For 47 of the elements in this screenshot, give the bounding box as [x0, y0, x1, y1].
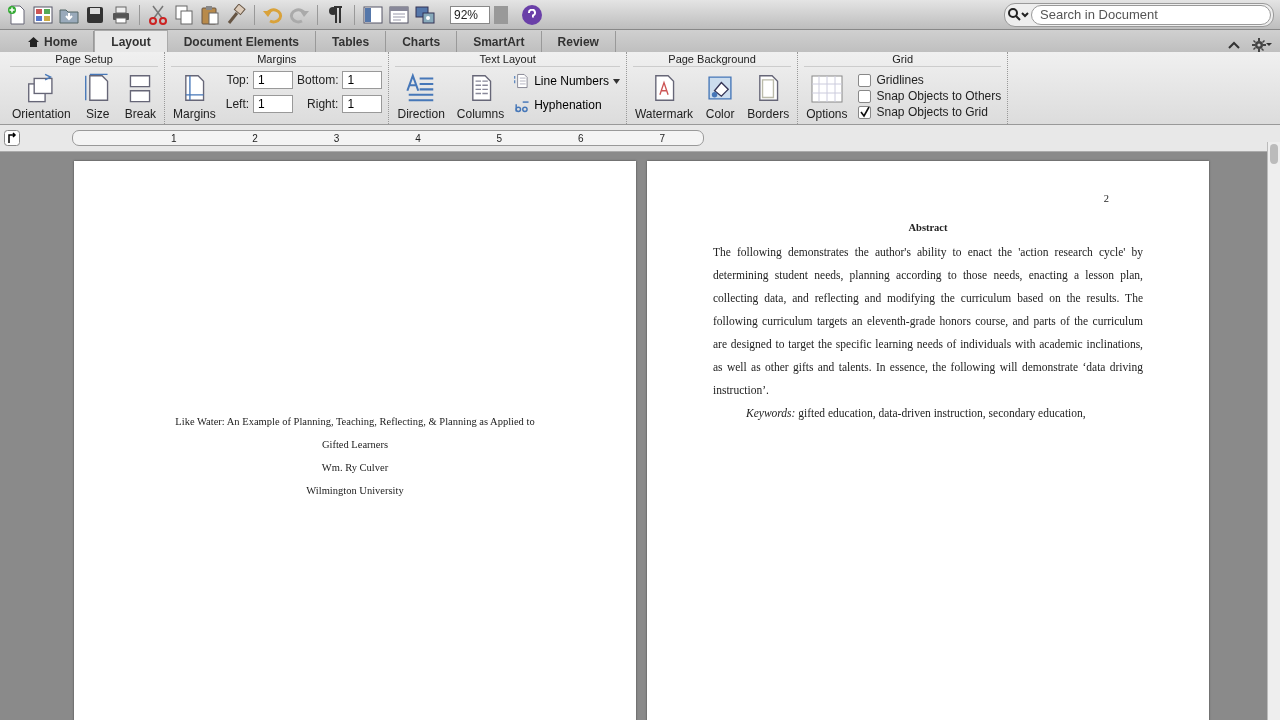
zoom-field[interactable]: 92%	[450, 5, 490, 24]
ruler-number: 6	[578, 132, 584, 144]
field-label: Right:	[306, 97, 339, 111]
line-numbers-button[interactable]: Line Numbers	[514, 73, 620, 89]
title-line: Wilmington University	[306, 484, 404, 498]
keywords-line: Keywords: gifted education, data-driven instruction, secondary education,	[745, 406, 1087, 422]
margin-spin-field[interactable]: 1	[342, 95, 383, 113]
ruler-number: 4	[415, 132, 421, 144]
abstract-paragraph: The following demonstrates the author's ability to enact the 'action research cycle' by determining student needs, planning according to those needs, enacting a lesson plan, collecting data, and reflecting and modifying the curriculum based on the results. The following curriculum targets an eleventh-grade honors course, and parts of the curriculum are designed to target the specific learning needs of individuals with academic inclinations, as well as other gifts and talents. In essence, the following will demonstrate ‘data driving instruction’.	[713, 245, 1143, 398]
ribbon-button[interactable]: Options	[804, 75, 850, 121]
ruler-number: 7	[659, 132, 665, 144]
ribbon-button[interactable]: Borders	[745, 73, 792, 121]
field-label: Left:	[225, 97, 250, 111]
ruler[interactable]: 1 2 3 4 5 6 7	[72, 130, 704, 146]
group-title: Grid	[804, 52, 1002, 67]
group-title: Page Background	[632, 52, 792, 67]
ruler-number: 1	[170, 132, 177, 144]
checkbox-label: Snap Objects to Others	[876, 89, 1002, 103]
ribbon-button[interactable]: Orientation	[10, 73, 73, 121]
field-label: Top:	[225, 73, 250, 87]
ruler-number: 5	[496, 132, 503, 144]
search-field[interactable]: Search in Document	[1031, 4, 1271, 25]
checkbox-label: Snap Objects to Grid	[876, 105, 988, 119]
ribbon-button[interactable]: Color	[703, 73, 738, 121]
ruler-number: 3	[333, 132, 340, 144]
margin-spin-field[interactable]: 1	[342, 71, 383, 89]
page-number: 2	[1102, 193, 1109, 204]
title-line: Wm. Ry Culver	[321, 461, 389, 475]
title-line: Like Water: An Example of Planning, Teaching, Reflecting, & Planning as Applied to	[175, 415, 535, 429]
margin-spin-field[interactable]: 1	[253, 95, 294, 113]
ribbon-button[interactable]: Columns	[454, 73, 507, 121]
ribbon-button[interactable]: Direction	[395, 73, 447, 121]
abstract-heading: Abstract	[908, 222, 948, 233]
group-title: Page Setup	[10, 52, 159, 67]
ribbon-button[interactable]: Margins	[171, 73, 218, 121]
field-label: Bottom:	[297, 73, 339, 87]
group-title: Margins	[171, 52, 383, 67]
ribbon-button[interactable]: Size	[80, 73, 115, 121]
ribbon-tab[interactable]: Layout	[94, 30, 168, 52]
group-title: Text Layout	[395, 52, 620, 67]
ribbon-button[interactable]: Break	[122, 73, 159, 121]
ribbon-button[interactable]: Watermark	[632, 73, 696, 121]
hyphenation-button[interactable]: Hyphenation	[514, 97, 620, 113]
title-line: Gifted Learners	[321, 438, 389, 452]
margin-spin-field[interactable]: 1	[253, 71, 294, 89]
checkbox-label: Gridlines	[876, 73, 924, 87]
ruler-number: 2	[252, 132, 258, 144]
